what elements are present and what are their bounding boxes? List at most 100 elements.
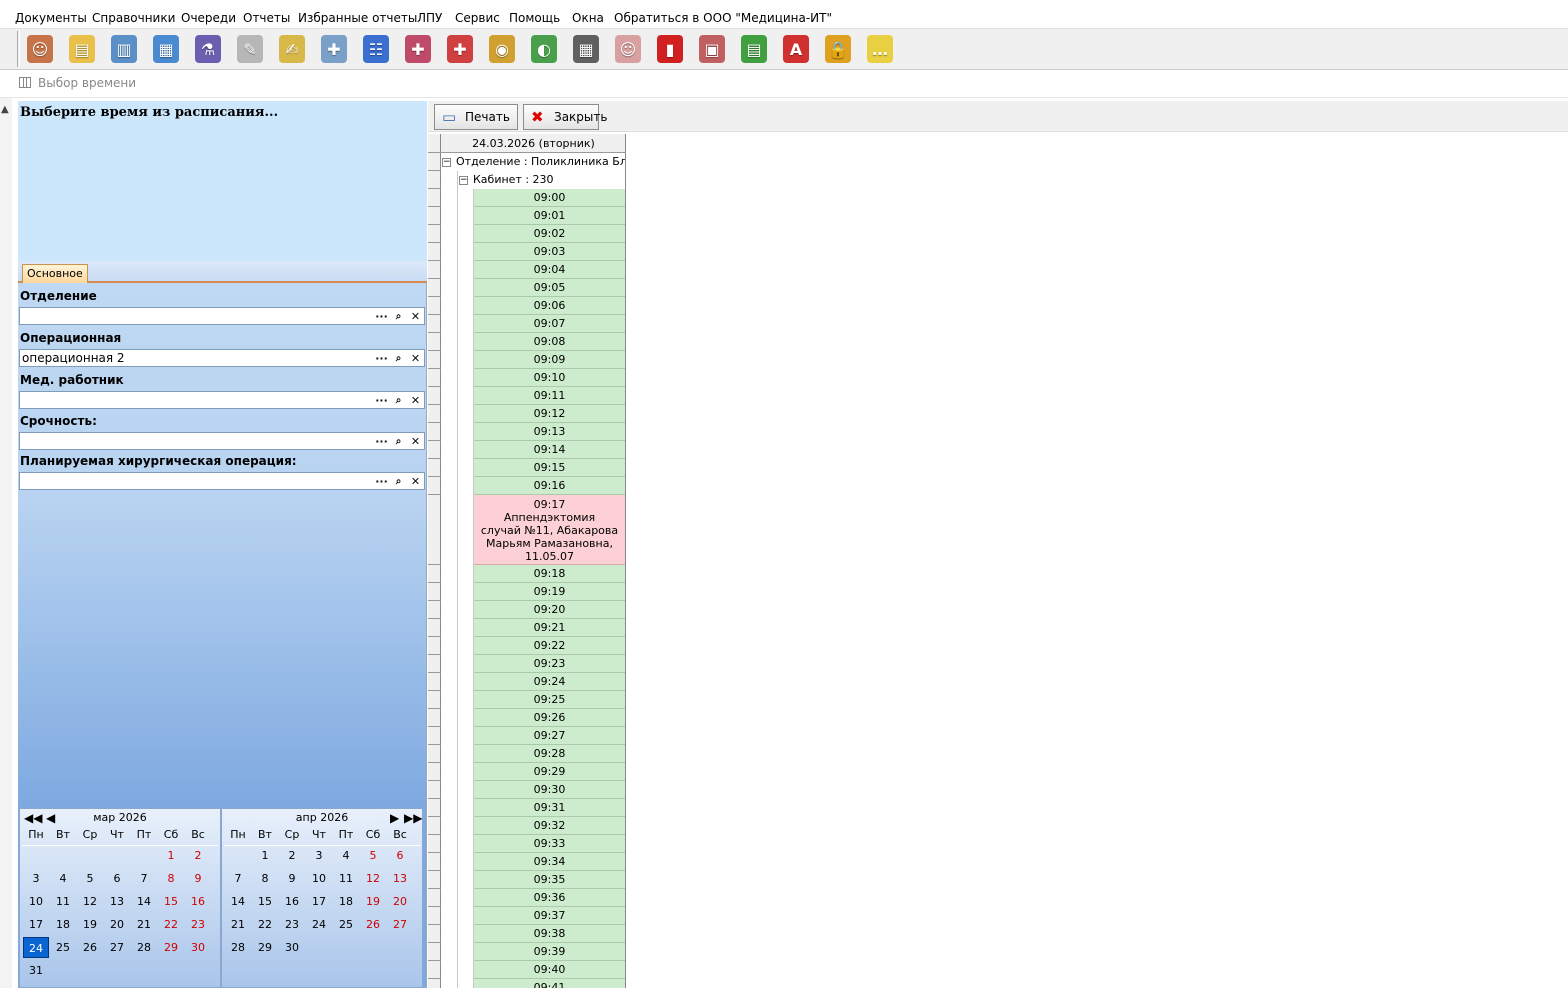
- pills-icon[interactable]: ◉: [484, 31, 520, 67]
- time-slot[interactable]: 09:08: [474, 333, 625, 351]
- ellipsis-icon[interactable]: ···: [373, 473, 390, 489]
- time-slot[interactable]: 09:13: [474, 423, 625, 441]
- row-selector[interactable]: [428, 871, 441, 889]
- row-selector[interactable]: [428, 423, 441, 441]
- time-slot[interactable]: 09:19: [474, 583, 625, 601]
- globe-icon[interactable]: ◐: [526, 31, 562, 67]
- time-slot[interactable]: 09:30: [474, 781, 625, 799]
- lab-flasks-icon[interactable]: ⚗: [190, 31, 226, 67]
- calendar-day[interactable]: 20: [387, 891, 413, 912]
- close-button[interactable]: ✖ Закрыть: [523, 104, 607, 130]
- collapse-toggle-icon[interactable]: −: [442, 157, 451, 167]
- row-selector[interactable]: [428, 853, 441, 871]
- time-slot[interactable]: 09:36: [474, 889, 625, 907]
- row-selector[interactable]: [428, 727, 441, 745]
- time-slot[interactable]: 09:03: [474, 243, 625, 261]
- toolbar-grip[interactable]: [17, 31, 20, 67]
- time-slot[interactable]: 09:16: [474, 477, 625, 495]
- booked-slot[interactable]: 09:17 Аппендэктомия случай №11, Абакарова М…: [474, 495, 625, 565]
- row-selector[interactable]: [428, 583, 441, 601]
- field-input-1[interactable]: операционная 2 ··· ⌕ ✕: [19, 349, 425, 367]
- row-selector[interactable]: [428, 907, 441, 925]
- menu-item-4[interactable]: Избранные отчеты: [298, 11, 417, 25]
- search-icon[interactable]: ⌕: [390, 433, 407, 449]
- calendar-day[interactable]: 9: [279, 868, 305, 889]
- menu-item-8[interactable]: Окна: [572, 11, 604, 25]
- calendar-day[interactable]: 1: [158, 845, 184, 866]
- time-slot[interactable]: 09:12: [474, 405, 625, 423]
- calendar-day[interactable]: 5: [77, 868, 103, 889]
- calendar-day[interactable]: 12: [360, 868, 386, 889]
- time-slot[interactable]: 09:23: [474, 655, 625, 673]
- row-selector[interactable]: [428, 315, 441, 333]
- prev-month-icon[interactable]: ◀: [46, 810, 55, 826]
- calendar-day[interactable]: 23: [279, 914, 305, 935]
- time-slot[interactable]: 09:00: [474, 189, 625, 207]
- calendar-day[interactable]: 19: [360, 891, 386, 912]
- time-slot[interactable]: 09:20: [474, 601, 625, 619]
- calendar-day[interactable]: 22: [252, 914, 278, 935]
- calendar-day[interactable]: 26: [360, 914, 386, 935]
- search-icon[interactable]: ⌕: [390, 392, 407, 408]
- row-selector[interactable]: [428, 189, 441, 207]
- search-icon[interactable]: ⌕: [390, 350, 407, 366]
- menu-item-2[interactable]: Очереди: [181, 11, 236, 25]
- row-selector[interactable]: [428, 601, 441, 619]
- field-input-0[interactable]: ··· ⌕ ✕: [19, 307, 425, 325]
- time-slot[interactable]: 09:15: [474, 459, 625, 477]
- time-slot[interactable]: 09:27: [474, 727, 625, 745]
- time-slot[interactable]: 09:01: [474, 207, 625, 225]
- time-slot[interactable]: 09:31: [474, 799, 625, 817]
- calendar-day[interactable]: 7: [225, 868, 251, 889]
- row-selector[interactable]: [428, 153, 441, 171]
- calendar-day[interactable]: 28: [225, 937, 251, 958]
- row-selector[interactable]: [428, 655, 441, 673]
- calendar-day[interactable]: 18: [333, 891, 359, 912]
- red-book-icon[interactable]: ▮: [652, 31, 688, 67]
- calendar-day[interactable]: 25: [333, 914, 359, 935]
- row-selector[interactable]: [428, 495, 441, 565]
- calendar-day[interactable]: 30: [279, 937, 305, 958]
- time-slot[interactable]: 09:22: [474, 637, 625, 655]
- menu-item-9[interactable]: Обратиться в ООО "Медицина-ИТ": [614, 11, 832, 25]
- row-selector[interactable]: [428, 279, 441, 297]
- next-year-icon[interactable]: ▶▶: [404, 810, 422, 826]
- calendar-day[interactable]: 23: [185, 914, 211, 935]
- left-collapse-strip[interactable]: ▲: [0, 98, 12, 988]
- time-slot[interactable]: 09:37: [474, 907, 625, 925]
- time-slot[interactable]: 09:41: [474, 979, 625, 988]
- calendar-window-icon[interactable]: ▣: [694, 31, 730, 67]
- row-selector[interactable]: [428, 619, 441, 637]
- calendar-day[interactable]: 27: [387, 914, 413, 935]
- time-slot[interactable]: 09:14: [474, 441, 625, 459]
- calendar-day[interactable]: 26: [77, 937, 103, 958]
- calendar-day[interactable]: 9: [185, 868, 211, 889]
- next-month-icon[interactable]: ▶: [390, 810, 399, 826]
- calendar-day[interactable]: 6: [104, 868, 130, 889]
- calendar-day[interactable]: 4: [50, 868, 76, 889]
- calendar-day[interactable]: 13: [104, 891, 130, 912]
- time-slot[interactable]: 09:09: [474, 351, 625, 369]
- calendar-day[interactable]: 8: [252, 868, 278, 889]
- ellipsis-icon[interactable]: ···: [373, 308, 390, 324]
- calendar-day[interactable]: 27: [104, 937, 130, 958]
- clear-icon[interactable]: ✕: [407, 350, 424, 366]
- time-slot[interactable]: 09:07: [474, 315, 625, 333]
- search-icon[interactable]: ⌕: [390, 473, 407, 489]
- row-selector[interactable]: [428, 171, 441, 189]
- calendar-day[interactable]: 19: [77, 914, 103, 935]
- menu-item-0[interactable]: Документы: [15, 11, 87, 25]
- calendar-day[interactable]: 21: [131, 914, 157, 935]
- acrobat-icon[interactable]: A: [778, 31, 814, 67]
- notebook-icon[interactable]: ▤: [64, 31, 100, 67]
- time-slot[interactable]: 09:25: [474, 691, 625, 709]
- medicine-icon[interactable]: ✚: [400, 31, 436, 67]
- row-selector[interactable]: [428, 709, 441, 727]
- calendar-day[interactable]: 22: [158, 914, 184, 935]
- calendar-day[interactable]: 13: [387, 868, 413, 889]
- row-selector[interactable]: [428, 763, 441, 781]
- calendar-day[interactable]: 12: [77, 891, 103, 912]
- time-slot[interactable]: 09:29: [474, 763, 625, 781]
- calendar-day[interactable]: 11: [333, 868, 359, 889]
- calendar-day[interactable]: 21: [225, 914, 251, 935]
